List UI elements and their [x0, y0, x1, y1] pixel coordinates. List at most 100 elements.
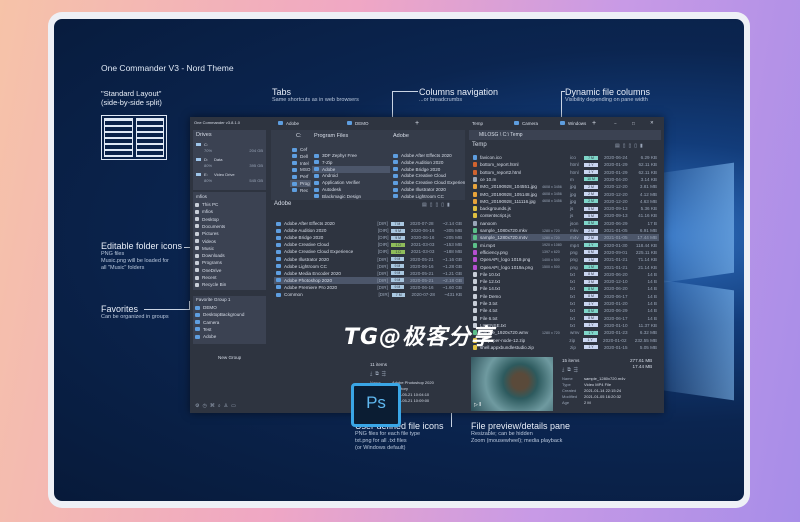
drive-item[interactable]: D: Data 80% 395 GB [196, 157, 263, 170]
file-row[interactable]: IMG_20190928_111116.jpg 4608 x 3456 jpg 2 M… [471, 198, 659, 205]
media-preview[interactable]: ▷ ‖ [471, 357, 553, 411]
sidebar-item-pictures[interactable]: Pictures [193, 230, 266, 237]
file-row[interactable]: File 10.txt txt 8 M 2020-06-20 14 B [471, 271, 659, 278]
file-row[interactable]: File 3.txt txt 1 Y 2020-01-20 14 B [471, 300, 659, 307]
sidebar-item-mfios[interactable]: mfios [193, 208, 266, 215]
file-size: 41.16 KB [638, 213, 657, 219]
column-item[interactable]: Blackmagic Design [312, 193, 390, 200]
file-row[interactable]: wallpaper-node-12.zip zip 1 Y 2020-01-02 232… [471, 337, 659, 344]
drive-item[interactable]: C: 70% 204 GB [196, 142, 263, 155]
new-tab-button[interactable]: + [592, 119, 596, 127]
sidebar-item-downloads[interactable]: Downloads [193, 252, 266, 259]
file-row[interactable]: File 12.txt txt 3 M 2020-12-10 14 B [471, 278, 659, 285]
sidebar-item-this-pc[interactable]: This PC [193, 201, 266, 208]
pane-toolbar-icons[interactable]: ▤▯▯▯▮ [615, 143, 646, 149]
file-row[interactable]: shell.appxbundlestudio.zip zip 1 Y 2020-01-… [471, 344, 659, 351]
sidebar-item-programs[interactable]: Programs [193, 259, 266, 266]
file-row[interactable]: IMG_20190928_105148.jpg 4608 x 3456 jpg 2 M… [471, 191, 659, 198]
tab-camera[interactable]: Camera [512, 119, 538, 127]
file-row[interactable]: Adobe Photoshop 2020 [DIR] 9 M 2020-05-21 ~2… [274, 276, 464, 284]
file-name: Adobe Media Encoder 2020 [284, 270, 341, 276]
file-row[interactable]: Adobe Media Encoder 2020 [DIR] 9 M 2020-05-… [274, 270, 464, 277]
sidebar-item-music[interactable]: Music [193, 245, 266, 252]
file-type: [DIR] [377, 284, 388, 290]
file-size: 14 B [647, 315, 657, 321]
sidebar-item-videos[interactable]: Videos [193, 238, 266, 245]
tab-adobe[interactable]: Adobe [276, 119, 299, 127]
folder-icon [276, 257, 281, 261]
sidebar-item-documents[interactable]: Documents [193, 223, 266, 230]
file-row[interactable]: sample_1080x720.mkv 1280 x 720 mkv 2 M 2021-… [471, 227, 659, 234]
file-row[interactable]: OpenAPI_logo 1019a.png 1500 x 500 png 1 M 20… [471, 264, 659, 271]
play-pause-controls[interactable]: ▷ ‖ [474, 402, 481, 408]
file-row[interactable]: LICENSE.txt txt 1 Y 2020-01-10 11.37 KB [471, 322, 659, 329]
file-row[interactable]: bottom_report.html html 1 Y 2020-01-29 62.11… [471, 161, 659, 168]
file-row[interactable]: File Demo txt 8 M 2020-06-17 14 B [471, 293, 659, 300]
file-row[interactable]: backgrounds.js js 5 M 2020-09-13 5.36 KB [471, 205, 659, 212]
folder-icon [276, 235, 281, 240]
file-row[interactable]: mi.mp4 1920 x 1080 mp4 1 Y 2020-01-30 118.44 … [471, 242, 659, 249]
folder-icon [314, 187, 319, 192]
age-badge: 1 Y [584, 330, 598, 335]
breadcrumb-path[interactable]: MILOSG \ C:\ Temp [479, 132, 523, 138]
file-row[interactable]: Adobe Bridge 2020 [DIR] 9 M 2020-06-16 ~205 … [274, 234, 464, 241]
favorite-item[interactable]: Adobe [193, 333, 266, 340]
minimize-button[interactable]: − [614, 119, 617, 127]
file-row[interactable]: Adobe Lightroom CC [DIR] 9 M 2020-06-16 ~1.2… [274, 263, 464, 270]
file-row[interactable]: bottom_report2.html html 1 Y 2020-01-29 62.1… [471, 169, 659, 176]
tab-windows[interactable]: Windows [558, 119, 586, 127]
favorite-item[interactable]: DesktopBackground [193, 311, 266, 318]
file-row[interactable]: sample_1280x720.m4v 1280 x 720 m4v 2 M 2021-… [471, 234, 659, 242]
maximize-button[interactable]: □ [632, 119, 635, 127]
file-row[interactable]: Adobe Creative Cloud Experience [DIR] 1 D 2… [274, 248, 464, 255]
file-row[interactable]: efficiency.png 1397 x 620 png 6 M 2020-09-01… [471, 249, 659, 256]
breadcrumb[interactable]: MILOSG \ C:\ Temp [469, 130, 661, 140]
sidebar-item-onedrive[interactable]: OneDrive [193, 267, 266, 274]
sidebar-toolbar-icons[interactable]: ⚙◷⌘⌕♙▭ [195, 403, 239, 409]
file-row[interactable]: sample_1920x720.wmv 1280 x 720 wmv 1 Y 2020-… [471, 329, 659, 336]
sidebar-item-recent[interactable]: Recent [193, 274, 266, 281]
close-button[interactable]: ✕ [650, 119, 654, 127]
file-row[interactable]: OpenAPI_logo 1019.png 1400 x 500 png 1 M 202… [471, 256, 659, 263]
annotation-dynamic-columns: Dynamic file columns Visibility depending… [565, 87, 650, 104]
detail-actions[interactable]: ⤓⧉⇶ [370, 371, 434, 377]
detail-actions[interactable]: ⤓⧉⇶ [562, 367, 625, 373]
tab-label: DEMO [355, 120, 369, 126]
file-row[interactable]: File 6.txt txt 8 M 2020-06-17 14 B [471, 315, 659, 322]
folder-icon [276, 242, 281, 247]
favorite-item[interactable]: Test [193, 326, 266, 333]
file-row[interactable]: contentscript.js js 5 M 2020-09-13 41.16 KB [471, 212, 659, 219]
file-row[interactable]: File 4.txt txt 8 M 2020-06-29 14 B [471, 307, 659, 314]
file-row[interactable]: Adobe Creative Cloud [DIR] 1 D 2021-03-03 ~1… [274, 241, 464, 248]
file-row[interactable]: IMG_20190928_104551.jpg 4608 x 3456 jpg 2 M… [471, 183, 659, 190]
sidebar-item-desktop[interactable]: Desktop [193, 216, 266, 223]
favorite-item[interactable]: Camera [193, 319, 266, 326]
drive-label: Data [214, 157, 223, 162]
file-row[interactable]: Common [DIR] 7 M 2020-07-28 ~431 KB [274, 291, 464, 298]
favorite-item[interactable]: DEMO [193, 304, 266, 311]
column-item[interactable]: Adobe Lightroom CC [391, 193, 465, 200]
file-row[interactable]: nanoom json 8 M 2020-06-29 17 B [471, 220, 659, 227]
file-date: 2020-01-20 [604, 301, 628, 306]
new-group-button[interactable]: New Group [218, 355, 241, 360]
annotation-preview: File preview/details pane Resizable; can … [471, 421, 570, 445]
folder-icon [393, 194, 398, 199]
pane-toolbar-icons[interactable]: ▤▯▯▯▮ [422, 202, 453, 208]
sidebar-item-label: Videos [202, 238, 216, 244]
column-item[interactable]: Rec [290, 187, 311, 194]
file-row[interactable]: ce 10.m m 10 M 2020-04-20 3.14 KB [471, 176, 659, 183]
drive-item[interactable]: E: Video Drive 80% 545 GB [196, 172, 263, 185]
file-row[interactable]: Adobe Audition 2020 [DIR] 9 M 2020-06-16 ~30… [274, 227, 464, 234]
tab-demo[interactable]: DEMO [345, 119, 369, 127]
file-size: ~1.21 GB [442, 270, 462, 276]
file-row[interactable]: favicon.ico ico 7 M 2020-06-24 6.29 KB [471, 154, 659, 161]
sidebar-item-recycle-bin[interactable]: Recycle Bin [193, 281, 266, 288]
file-row[interactable]: Adobe After Effects 2020 [DIR] 7 M 2020-07-… [274, 220, 464, 227]
file-row[interactable]: Adobe Premiere Pro 2020 [DIR] 9 M 2020-06-1… [274, 284, 464, 291]
tab-temp[interactable]: Temp [472, 119, 483, 127]
new-tab-button[interactable]: + [415, 119, 419, 127]
file-row[interactable]: File 14.txt txt 8 M 2020-06-20 14 B [471, 285, 659, 292]
file-row[interactable]: Adobe Illustrator 2020 [DIR] 9 M 2020-05-21… [274, 256, 464, 263]
age-badge: 9 M [391, 235, 405, 240]
file-date: 2020-12-20 [604, 184, 628, 190]
